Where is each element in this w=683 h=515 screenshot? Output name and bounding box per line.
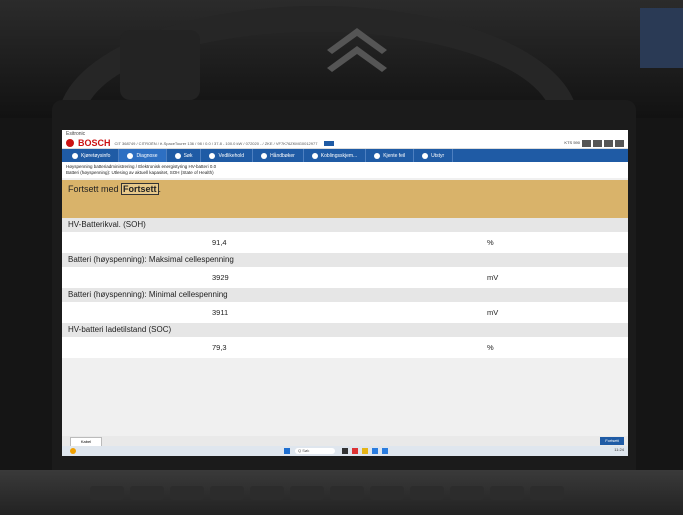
keyboard-key <box>170 486 204 500</box>
device-label: KTS 590 <box>564 139 580 145</box>
tab-label: Koblingsskjem... <box>320 152 358 159</box>
brand-name: BOSCH <box>78 138 111 148</box>
keyboard-key <box>90 486 124 500</box>
tab-diagnosis[interactable]: Diagnose <box>119 149 167 162</box>
value-number: 3929 <box>212 273 229 282</box>
lightning-icon <box>311 152 318 159</box>
value-unit: % <box>487 343 494 352</box>
tab-label: Kjente feil <box>383 152 406 159</box>
tab-label: Håndbøker <box>270 152 295 159</box>
windows-start-icon[interactable] <box>284 448 290 454</box>
breadcrumb: Høyspenning batteriadministrering / Elek… <box>62 162 628 178</box>
tab-equipment[interactable]: Utstyr <box>414 149 454 162</box>
value-label: HV-Batterikval. (SOH) <box>62 218 628 232</box>
close-icon[interactable] <box>615 139 624 147</box>
tab-vehicle-info[interactable]: Kjøretøysinfo <box>64 149 120 162</box>
weather-icon <box>70 448 76 454</box>
instruction-panel: Fortsett med Fortsett. <box>62 180 628 218</box>
search-icon <box>174 152 181 159</box>
equipment-icon <box>422 152 429 159</box>
tab-manuals[interactable]: Håndbøker <box>253 149 304 162</box>
keyboard-key <box>410 486 444 500</box>
steering-controls <box>120 30 200 100</box>
taskbar-search[interactable]: Q Søk <box>295 448 335 454</box>
document-icon <box>374 152 381 159</box>
keyboard-key <box>330 486 364 500</box>
value-row: 3911 mV <box>62 302 628 323</box>
wrench-icon <box>261 152 268 159</box>
toolbar: KTS 590 <box>564 139 628 147</box>
windows-taskbar: Q Søk 11:24 <box>62 446 628 456</box>
value-unit: % <box>487 238 494 247</box>
keyboard-key <box>490 486 524 500</box>
task-view-icon[interactable] <box>342 448 348 454</box>
keyboard-key <box>530 486 564 500</box>
print-icon[interactable] <box>604 139 613 147</box>
keyboard-key <box>370 486 404 500</box>
tab-search[interactable]: Søk <box>167 149 202 162</box>
instruction-keyword: Fortsett <box>121 183 159 195</box>
app-icon[interactable] <box>352 448 358 454</box>
car-display <box>640 8 683 68</box>
keyboard-key <box>450 486 484 500</box>
breadcrumb-line-2: Batteri (høyspenning): Utlesing av aktue… <box>66 170 214 175</box>
tab-known-faults[interactable]: Kjente feil <box>366 149 415 162</box>
footer-bar: Kabel Fortsett <box>62 436 628 447</box>
car-icon <box>127 152 134 159</box>
instruction-suffix: . <box>158 184 162 194</box>
values-list: HV-Batterikval. (SOH) 91,4% Batteri (høy… <box>62 218 628 358</box>
continue-button[interactable]: Fortsett <box>600 437 624 445</box>
folder-icon[interactable] <box>362 448 368 454</box>
browser-icon[interactable] <box>372 448 378 454</box>
keyboard-key <box>130 486 164 500</box>
tab-label: Søk <box>183 152 193 159</box>
value-number: 79,3 <box>212 343 227 352</box>
vehicle-path: CIT 368749 / CITROËN / ë-SpaceTourer 136… <box>114 140 318 146</box>
value-number: 91,4 <box>212 238 227 247</box>
settings-icon[interactable] <box>582 139 591 147</box>
bosch-logo-icon <box>66 139 74 147</box>
keyboard-key <box>250 486 284 500</box>
instruction-prefix: Fortsett med <box>68 184 119 194</box>
tab-maintenance[interactable]: Vedlikehold <box>201 149 254 162</box>
value-row: 79,3% <box>62 337 628 358</box>
gears-icon <box>209 152 216 159</box>
help-icon[interactable] <box>593 139 602 147</box>
keyboard-key <box>210 486 244 500</box>
tab-label: Vedlikehold <box>218 152 245 159</box>
app-header: BOSCH CIT 368749 / CITROËN / ë-SpaceTour… <box>62 138 628 149</box>
tab-label: Utstyr <box>431 152 445 159</box>
value-number: 3911 <box>212 308 229 317</box>
laptop-screen: Esitronic BOSCH CIT 368749 / CITROËN / ë… <box>62 130 628 456</box>
value-label: HV-batteri ladetilstand (SOC) <box>62 323 628 337</box>
tab-wiring-diagrams[interactable]: Koblingsskjem... <box>304 149 367 162</box>
app-icon[interactable] <box>382 448 388 454</box>
clock: 11:24 <box>614 447 624 452</box>
value-row: 3929 mV <box>62 267 628 288</box>
car-logo-icon <box>327 28 387 72</box>
value-unit: mV <box>487 273 499 282</box>
value-row: 91,4% <box>62 232 628 253</box>
tab-label: Diagnose <box>136 152 158 159</box>
tab-label: Kjøretøysinfo <box>81 152 111 159</box>
keyboard-key <box>290 486 324 500</box>
value-label: Batteri (høyspenning): Minimal cellespen… <box>62 288 628 302</box>
main-nav: Kjøretøysinfo Diagnose Søk Vedlikehold H… <box>62 149 628 162</box>
value-unit: mV <box>487 308 499 317</box>
value-label: Batteri (høyspenning): Maksimal cellespe… <box>62 253 628 267</box>
window-title: Esitronic <box>62 130 628 138</box>
info-icon <box>72 152 78 159</box>
back-arrow-icon[interactable] <box>324 140 335 146</box>
